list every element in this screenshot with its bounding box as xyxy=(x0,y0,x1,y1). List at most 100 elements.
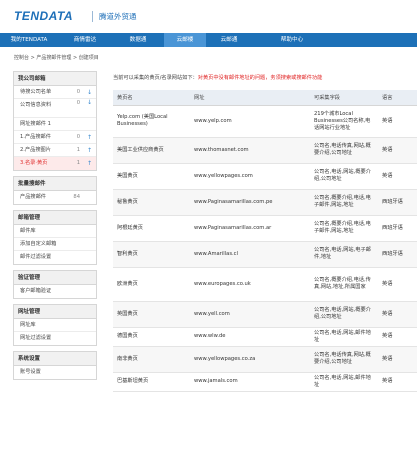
col-header-lang: 语言 xyxy=(378,90,417,106)
cell-fields: 公司名,概要介绍,电话,电子邮件,网站,地址 xyxy=(310,215,378,242)
cell-name: 欧洲黄页 xyxy=(113,267,190,302)
cell-lang: 英语 xyxy=(378,105,417,138)
cell-url[interactable]: www.thomasnet.com xyxy=(190,137,310,164)
sidebar-section-title: 验证管理 xyxy=(14,271,96,285)
cell-name: 巴基斯坦黄页 xyxy=(113,372,190,392)
cell-name: 秘鲁黄页 xyxy=(113,189,190,216)
cell-name: 阿根廷黄页 xyxy=(113,215,190,242)
cell-url[interactable]: www.yell.com xyxy=(190,301,310,328)
table-row[interactable]: 阿根廷黄页 www.Paginasamarillas.com.ar 公司名,概要介绍… xyxy=(113,215,417,242)
sidebar-item[interactable]: 待搜公司名单 0 ↓ xyxy=(14,86,96,99)
table-row[interactable]: 智利黄页 www.Amarillas.cl 公司名,电话,网站,电子邮件,地址 西班牙… xyxy=(113,241,417,268)
sidebar-item-label: 3.名录·黄页 xyxy=(20,160,48,166)
cell-fields: 219个城市Local Businesses公司名称,电话网站行业地址 xyxy=(310,105,378,138)
cell-fields: 公司名,电话,网站,邮件地址 xyxy=(310,327,378,347)
sidebar-section-title: 网址管理 xyxy=(14,305,96,319)
sidebar-section-title: 邮箱管理 xyxy=(14,211,96,225)
cell-url[interactable]: www.europages.co.uk xyxy=(190,267,310,302)
sidebar-item[interactable]: 网址库 xyxy=(14,319,96,332)
table-row[interactable]: 秘鲁黄页 www.Paginasamarillas.com.pe 公司名,概要介绍,… xyxy=(113,189,417,216)
sidebar-item[interactable]: 2.产品搜图片 1 ↑ xyxy=(14,144,96,157)
directory-table: 黄页名 网址 可采集字段 语言 Yelp.com (美国Local Busine… xyxy=(113,90,417,392)
cell-lang: 西班牙语 xyxy=(378,215,417,242)
sidebar-item[interactable]: 公司信息资料 0 ↓ xyxy=(14,99,96,118)
sidebar-section-title: 我公司邮箱 xyxy=(14,72,96,86)
cell-url[interactable]: www.jamals.com xyxy=(190,372,310,392)
sidebar-item[interactable]: 添加自定义邮箱 xyxy=(14,238,96,251)
table-row[interactable]: 英国黄页 www.yell.com 公司名,电话,网站,概要介绍,公司地址 英语 xyxy=(113,301,417,328)
sidebar-item-count: 0 xyxy=(76,89,80,95)
sidebar-item[interactable]: 网址过滤设置 xyxy=(14,332,96,345)
sidebar-item[interactable]: 网址搜邮件 1 xyxy=(14,118,96,131)
cell-name: Yelp.com (美国Local Businesses) xyxy=(113,105,190,138)
sidebar-section-4: 网址管理网址库网址过滤设置 xyxy=(13,304,97,346)
sidebar-item-label: 网址库 xyxy=(20,322,36,328)
cell-fields: 公司名,电话,网站,概要介绍,公司地址 xyxy=(310,163,378,190)
cell-url[interactable]: www.yellowpages.co.za xyxy=(190,346,310,373)
sidebar-item-label: 邮件库 xyxy=(20,228,36,234)
tendata-logo[interactable]: TENDATA xyxy=(14,9,73,23)
sidebar-item-label: 公司信息资料 xyxy=(20,102,52,108)
cell-name: 南非黄页 xyxy=(113,346,190,373)
sidebar-section-3: 验证管理 客户邮箱验证 xyxy=(13,270,97,299)
sidebar-item-label: 2.产品搜图片 xyxy=(20,147,51,153)
nav-item-0[interactable]: 我的TENDATA xyxy=(0,33,58,47)
sidebar-item-label: 网址过滤设置 xyxy=(20,335,52,341)
cell-lang: 西班牙语 xyxy=(378,241,417,268)
cell-fields: 公司名,电话,网站,邮件地址 xyxy=(310,372,378,392)
sidebar-item[interactable]: 账号设置 xyxy=(14,366,96,379)
cell-url[interactable]: www.yelp.com xyxy=(190,105,310,138)
notice-main: 当前可以采集的黄页/名录网站如下： xyxy=(113,75,198,81)
table-row[interactable]: 美国工业供应商黄页 www.thomasnet.com 公司名,电话传真,网站,概要… xyxy=(113,137,417,164)
sidebar-section-0: 我公司邮箱 待搜公司名单 0 ↓ 公司信息资料 0 ↓ 网址搜邮件 1 1.产品搜邮件 0 ↑ 2.产… xyxy=(13,71,97,171)
col-header-url: 网址 xyxy=(190,90,310,106)
arrow-down-icon[interactable]: ↓ xyxy=(87,99,92,107)
arrow-down-icon[interactable]: ↓ xyxy=(87,86,92,99)
sidebar-item-label: 邮件过滤设置 xyxy=(20,254,52,260)
sidebar-item[interactable]: 1.产品搜邮件 0 ↑ xyxy=(14,131,96,144)
notice-warning: 对黄页中没有邮件地址的问题，务须搜索或搜邮件功能 xyxy=(197,75,323,81)
cell-lang: 英语 xyxy=(378,163,417,190)
sidebar-item-label: 待搜公司名单 xyxy=(20,89,52,95)
sidebar-item-count: 1 xyxy=(76,160,80,166)
nav-item-1[interactable]: 商情雷达 xyxy=(58,33,112,47)
breadcrumb: 控制台 > 产品搜邮件管理 > 创建项目 xyxy=(14,55,99,61)
sidebar-item[interactable]: 产品搜邮件 84 xyxy=(14,191,96,204)
col-header-name: 黄页名 xyxy=(113,90,190,106)
sidebar-item-count: 0 xyxy=(76,100,80,106)
table-row[interactable]: 欧洲黄页 www.europages.co.uk 公司名,概要介绍,电话,传真,网站… xyxy=(113,267,417,302)
cell-url[interactable]: www.yellowpages.com xyxy=(190,163,310,190)
arrow-up-icon[interactable]: ↑ xyxy=(87,157,92,170)
table-row[interactable]: 美国黄页 www.yellowpages.com 公司名,电话,网站,概要介绍,公司… xyxy=(113,163,417,190)
cell-url[interactable]: www.wlw.de xyxy=(190,327,310,347)
sidebar-item-count: 84 xyxy=(73,194,80,200)
cell-lang: 英语 xyxy=(378,301,417,328)
table-row[interactable]: 巴基斯坦黄页 www.jamals.com 公司名,电话,网站,邮件地址 英语 xyxy=(113,372,417,392)
cell-url[interactable]: www.Amarillas.cl xyxy=(190,241,310,268)
cell-lang: 英语 xyxy=(378,267,417,302)
sidebar: 我公司邮箱 待搜公司名单 0 ↓ 公司信息资料 0 ↓ 网址搜邮件 1 1.产品搜邮件 0 ↑ 2.产… xyxy=(13,71,97,385)
sidebar-item[interactable]: 邮件过滤设置 xyxy=(14,251,96,264)
cell-url[interactable]: www.Paginasamarillas.com.ar xyxy=(190,215,310,242)
table-row[interactable]: Yelp.com (美国Local Businesses) www.yelp.co… xyxy=(113,105,417,138)
cell-lang: 英语 xyxy=(378,327,417,347)
nav-item-5[interactable]: 帮助中心 xyxy=(252,33,332,47)
arrow-up-icon[interactable]: ↑ xyxy=(87,144,92,157)
nav-item-3[interactable]: 云邮楼 xyxy=(164,33,206,47)
cell-lang: 英语 xyxy=(378,346,417,373)
cell-url[interactable]: www.Paginasamarillas.com.pe xyxy=(190,189,310,216)
arrow-up-icon[interactable]: ↑ xyxy=(87,131,92,144)
cell-lang: 西班牙语 xyxy=(378,189,417,216)
sidebar-section-1: 批量搜邮件 产品搜邮件 84 xyxy=(13,176,97,205)
nav-item-4[interactable]: 云邮通 xyxy=(206,33,252,47)
table-header-row: 黄页名 网址 可采集字段 语言 xyxy=(113,90,417,106)
cell-fields: 公司名,概要介绍,电话,电子邮件,网站,地址 xyxy=(310,189,378,216)
sidebar-item[interactable]: 邮件库 xyxy=(14,225,96,238)
nav-item-2[interactable]: 数据通 xyxy=(112,33,164,47)
table-row[interactable]: 德国黄页 www.wlw.de 公司名,电话,网站,邮件地址 英语 xyxy=(113,327,417,347)
table-row[interactable]: 南非黄页 www.yellowpages.co.za 公司名,电话传真,网站,概要介… xyxy=(113,346,417,373)
sidebar-item[interactable]: 客户邮箱验证 xyxy=(14,285,96,298)
cell-fields: 公司名,电话,网站,电子邮件,地址 xyxy=(310,241,378,268)
main-nav: 我的TENDATA 商情雷达 数据通 云邮楼 云邮通 帮助中心 xyxy=(0,33,417,47)
sidebar-item[interactable]: 3.名录·黄页 1 ↑ xyxy=(14,157,96,170)
